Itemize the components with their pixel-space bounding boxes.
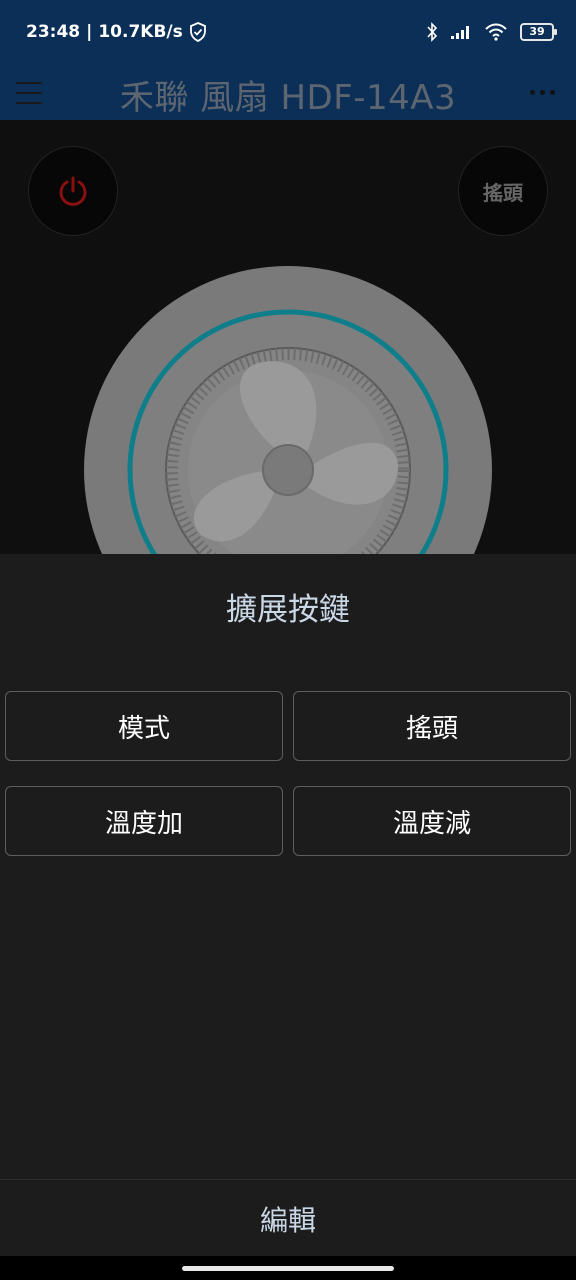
mode-button-label: 模式 (117, 713, 170, 744)
wifi-icon (485, 23, 507, 41)
temperature-down-label: 溫度減 (392, 808, 471, 839)
app-bar: 禾聯 風扇 HDF-14A3 (0, 64, 576, 120)
shield-icon (189, 22, 206, 42)
home-indicator[interactable] (182, 1266, 394, 1271)
signal-icon (451, 26, 469, 39)
edit-button[interactable]: 編輯 (0, 1199, 576, 1239)
battery-icon: 39 (520, 23, 557, 41)
divider (0, 1179, 576, 1180)
navigation-bar (0, 1256, 576, 1280)
status-bar: 23:48 | 10.7KB/s 39 (0, 0, 576, 64)
oscillate-button[interactable]: 搖頭 (293, 691, 571, 761)
sheet-title: 擴展按鍵 (226, 592, 350, 628)
more-options-button[interactable] (530, 82, 560, 102)
battery-level: 39 (529, 25, 545, 38)
swing-button-label: 搖頭 (483, 180, 523, 205)
status-right: 39 (426, 22, 557, 42)
mode-button[interactable]: 模式 (5, 691, 283, 761)
extended-keys-sheet: 擴展按鍵 模式 搖頭 溫度加 溫度減 編輯 (0, 554, 576, 1280)
page-title: 禾聯 風扇 HDF-14A3 (119, 78, 457, 118)
fan-illustration (84, 266, 492, 554)
bluetooth-icon (427, 22, 438, 42)
temperature-up-button[interactable]: 溫度加 (5, 786, 283, 856)
temperature-up-label: 溫度加 (104, 808, 183, 839)
more-icon (530, 89, 535, 95)
status-network-speed: 10.7KB/s (98, 22, 183, 42)
temperature-down-button[interactable]: 溫度減 (293, 786, 571, 856)
power-icon (59, 176, 87, 206)
fan-control-area: 搖頭 (0, 120, 576, 554)
power-button[interactable] (28, 146, 118, 236)
status-left: 23:48 | 10.7KB/s (26, 22, 207, 42)
oscillate-button-label: 搖頭 (405, 713, 458, 744)
status-time: 23:48 (26, 22, 81, 42)
swing-button[interactable]: 搖頭 (458, 146, 548, 236)
